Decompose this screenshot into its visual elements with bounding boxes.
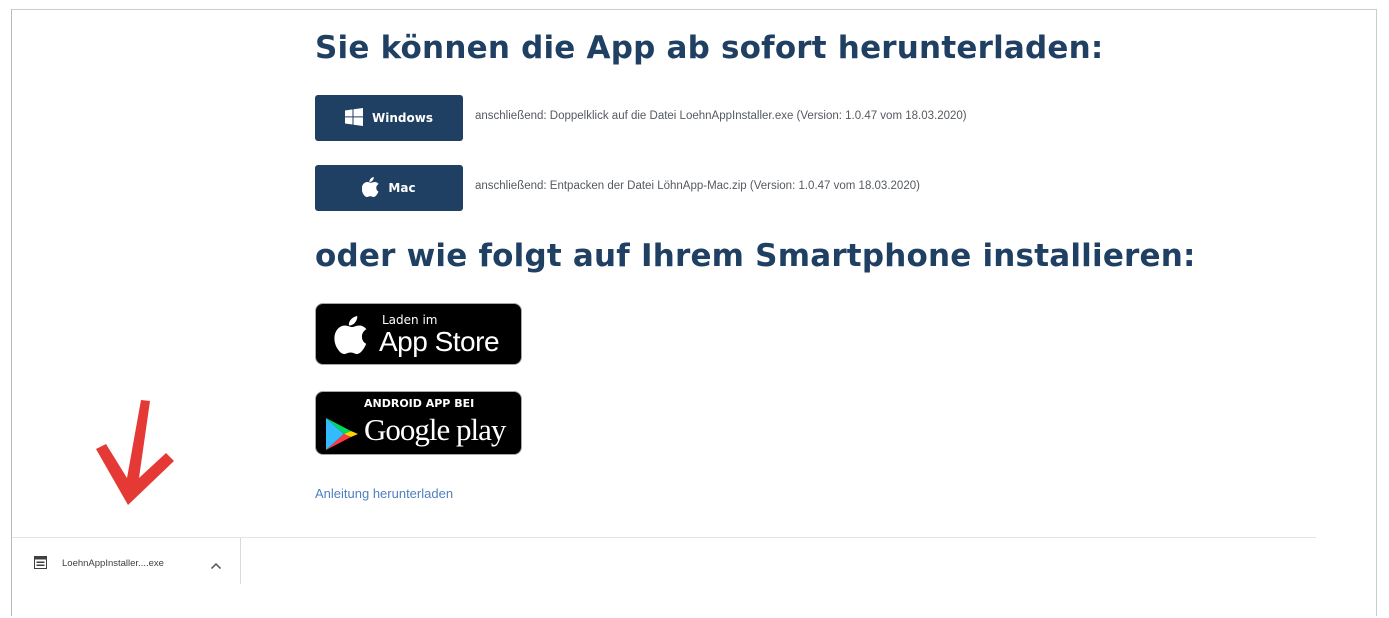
google-play-big-text: Google play xyxy=(364,412,506,447)
smartphone-heading: oder wie folgt auf Ihrem Smartphone inst… xyxy=(315,238,1196,274)
download-heading: Sie können die App ab sofort herunterlad… xyxy=(315,30,1104,66)
browser-viewport xyxy=(11,9,1377,616)
chevron-up-icon[interactable] xyxy=(210,557,222,575)
app-store-badge[interactable]: Laden im App Store xyxy=(315,303,522,365)
google-play-small-text: ANDROID APP BEI xyxy=(364,397,475,410)
windows-logo-icon xyxy=(345,107,364,129)
manual-download-link[interactable]: Anleitung herunterladen xyxy=(315,486,453,501)
file-icon xyxy=(34,556,47,574)
download-filename: LoehnAppInstaller....exe xyxy=(62,558,164,569)
google-play-icon xyxy=(324,416,360,457)
mac-install-note: anschließend: Entpacken der Datei LöhnAp… xyxy=(475,180,920,192)
mac-download-button[interactable]: Mac xyxy=(315,165,463,211)
app-store-small-text: Laden im xyxy=(382,313,438,327)
windows-install-note: anschließend: Doppelklick auf die Datei … xyxy=(475,110,967,122)
browser-download-bar: LoehnAppInstaller....exe xyxy=(12,537,1316,618)
apple-logo-icon xyxy=(362,176,380,200)
app-store-big-text: App Store xyxy=(379,326,500,357)
windows-button-label: Windows xyxy=(372,111,433,125)
download-item[interactable]: LoehnAppInstaller....exe xyxy=(12,538,241,584)
google-play-badge[interactable]: ANDROID APP BEI Google play xyxy=(315,391,522,455)
windows-download-button[interactable]: Windows xyxy=(315,95,463,141)
red-arrow-down-icon xyxy=(95,398,177,513)
apple-logo-icon xyxy=(334,316,368,359)
mac-button-label: Mac xyxy=(388,181,416,195)
